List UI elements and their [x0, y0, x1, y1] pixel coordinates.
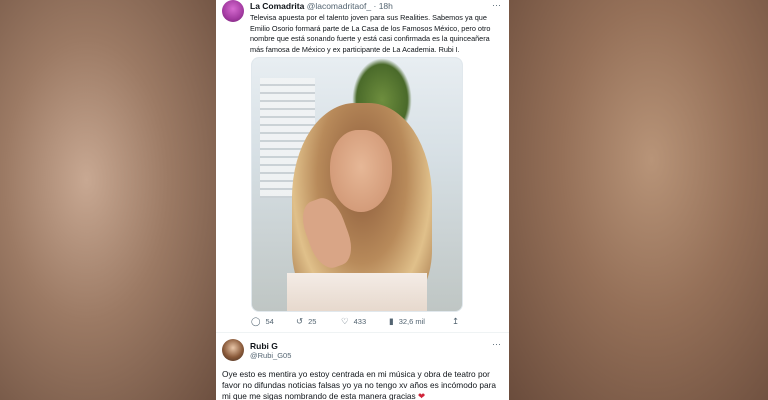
reply-text: Oye esto es mentira yo estoy centrada en… [222, 369, 496, 400]
like-button[interactable]: ♡ 433 [341, 316, 366, 327]
reply-button[interactable]: ◯ 54 [251, 316, 274, 327]
reply-avatar[interactable] [222, 339, 244, 361]
blurred-background-right [509, 0, 768, 400]
separator-dot: · [373, 1, 377, 11]
more-options-icon[interactable]: ··· [492, 0, 501, 10]
reply-more-options-icon[interactable]: ··· [492, 339, 501, 349]
blurred-background-left [0, 0, 216, 400]
avatar[interactable] [222, 0, 244, 22]
tweet-text: Televisa apuesta por el talento joven pa… [250, 13, 491, 54]
reply-count: 54 [265, 317, 274, 326]
views-button[interactable]: ▮ 32,6 mil [389, 316, 425, 327]
photo-top [287, 273, 427, 311]
retweet-button[interactable]: ↺ 25 [296, 316, 316, 327]
views-chart-icon: ▮ [389, 316, 394, 326]
reply-icon: ◯ [251, 316, 261, 326]
author-handle[interactable]: @lacomadritaof_ [307, 1, 371, 11]
views-count: 32,6 mil [398, 317, 425, 326]
photo-face [330, 130, 392, 212]
tweet-card: La Comadrita @lacomadritaof_ · 18h ··· T… [216, 0, 509, 400]
like-count: 433 [353, 317, 367, 326]
tweet-photo[interactable] [251, 57, 463, 312]
heart-icon: ❤ [418, 390, 425, 400]
share-button[interactable]: ↥ [452, 316, 464, 327]
tweet-header: La Comadrita @lacomadritaof_ · 18h [250, 1, 393, 11]
share-icon: ↥ [452, 316, 460, 326]
tweet-time[interactable]: 18h [379, 1, 393, 11]
retweet-icon: ↺ [296, 316, 304, 326]
reply-text-block: Oye esto es mentira yo estoy centrada en… [222, 369, 507, 400]
reply-author-name[interactable]: Rubi G [250, 341, 278, 351]
divider [216, 332, 509, 333]
reply-author-handle[interactable]: @Rubi_G05 [250, 351, 291, 360]
retweet-count: 25 [308, 317, 317, 326]
author-name[interactable]: La Comadrita [250, 1, 304, 11]
heart-outline-icon: ♡ [341, 316, 349, 326]
tweet-actions: ◯ 54 ↺ 25 ♡ 433 ▮ 32,6 mil ↥ [249, 316, 464, 328]
